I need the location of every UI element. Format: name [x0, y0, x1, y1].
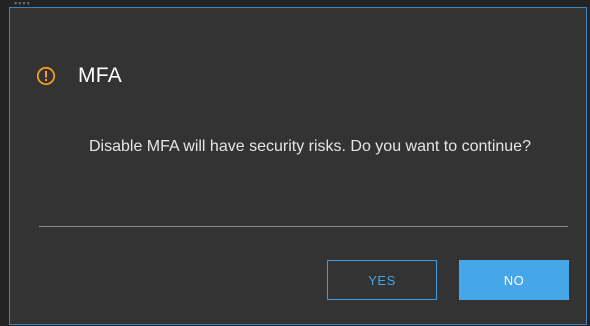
dialog-title: MFA	[78, 64, 123, 87]
yes-button[interactable]: YES	[327, 260, 437, 300]
dialog-message: Disable MFA will have security risks. Do…	[89, 138, 531, 155]
background-text-fragment: ▪▪▪▪	[14, 0, 31, 6]
dialog-divider	[39, 226, 568, 227]
dialog-header: MFA	[36, 64, 122, 88]
warning-circle-icon	[36, 66, 56, 86]
confirm-dialog: MFA Disable MFA will have security risks…	[9, 7, 587, 325]
no-button[interactable]: NO	[459, 260, 569, 300]
